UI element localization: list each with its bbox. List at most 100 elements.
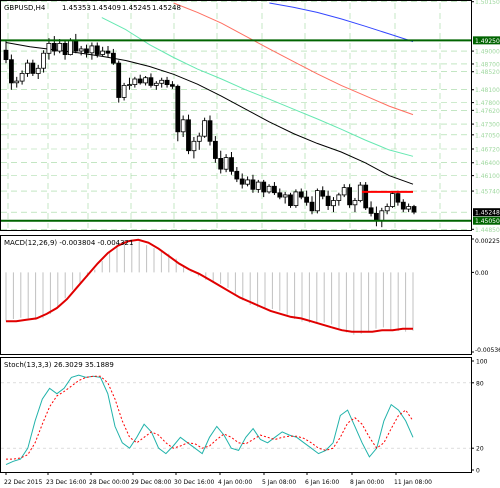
price-axis-label: 1.50150 — [475, 0, 500, 6]
trading-chart: 0.002251 0.00 -0.005368 100 80 20 0 1.50150 1.… — [0, 0, 500, 486]
price-ohlc-high: 1.45409 — [92, 4, 121, 12]
candle-body — [234, 170, 240, 180]
candle-body — [105, 50, 111, 54]
price-pane-frame — [0, 0, 472, 231]
candle-body — [94, 45, 100, 55]
candle-body — [3, 49, 9, 61]
stoch-title: Stoch(13,3,3) 26.3029 35.1889 — [4, 361, 114, 369]
candle-body — [89, 45, 95, 54]
candle-body — [164, 79, 170, 86]
price-ohlc-open: 1.45353 — [62, 4, 91, 12]
candle-body — [132, 78, 138, 85]
candle-body — [148, 77, 154, 86]
candle-body — [153, 82, 159, 86]
candle-body — [186, 119, 191, 152]
candle-body — [261, 181, 267, 193]
candle-body — [175, 85, 181, 133]
time-axis-label: 4 Jan 00:00 — [218, 479, 252, 486]
macd-axis-label: 0.00 — [475, 270, 489, 277]
candle-body — [35, 67, 41, 74]
candle-body — [137, 78, 143, 84]
candle-body — [68, 40, 73, 56]
candle-body — [73, 40, 79, 52]
candle-body — [159, 79, 165, 84]
price-chart-title: GBPUSD,H4 — [4, 4, 46, 12]
candle-body — [111, 52, 116, 64]
price-axis-label: 1.46720 — [475, 146, 500, 153]
moving-average-line — [173, 2, 414, 116]
candle-body — [357, 184, 363, 202]
candle-body — [180, 119, 186, 133]
candle-body — [245, 179, 251, 185]
candle-body — [30, 62, 36, 74]
candle-body — [395, 193, 401, 203]
candle-body — [207, 120, 213, 142]
candle-body — [57, 43, 63, 52]
candle-body — [347, 187, 353, 206]
candle-body — [282, 194, 288, 198]
candle-body — [406, 206, 412, 210]
price-axis-label: 1.44850 — [475, 227, 500, 234]
candle-body — [411, 206, 417, 213]
time-axis-label: 22 Dec 2015 — [4, 479, 43, 486]
time-axis-label: 8 Jan 00:00 — [350, 479, 384, 486]
stoch-axis-label: 20 — [476, 446, 484, 453]
candle-body — [373, 212, 379, 222]
price-axis-label: 1.49250 — [475, 38, 500, 45]
stoch-axis-label: 100 — [476, 359, 488, 366]
candle-body — [325, 195, 331, 206]
candle-body — [25, 62, 30, 74]
candle-body — [19, 73, 25, 82]
candle-body — [250, 179, 256, 190]
candle-body — [143, 77, 149, 84]
candle-body — [320, 190, 326, 197]
candle-body — [288, 194, 293, 206]
price-axis-label: 1.45050 — [475, 218, 500, 225]
candle-body — [78, 48, 84, 52]
stoch-pane-frame — [0, 357, 472, 473]
candle-body — [239, 178, 245, 185]
candle-body — [271, 185, 277, 194]
candle-body — [100, 50, 105, 55]
candle-body — [304, 196, 310, 203]
price-axis-label: 1.47800 — [475, 100, 500, 107]
price-axis-label: 1.46100 — [475, 173, 500, 180]
candle-body — [46, 43, 52, 54]
candle-body — [255, 181, 261, 190]
candle-body — [352, 200, 358, 206]
price-axis-label: 1.47050 — [475, 132, 500, 139]
macd-axis-label: 0.002251 — [475, 238, 500, 245]
candle-body — [14, 80, 20, 84]
price-ohlc-close: 1.45248 — [152, 4, 181, 12]
candle-body — [8, 59, 14, 84]
candle-body — [368, 207, 374, 214]
time-axis-label: 11 Jan 08:00 — [394, 479, 432, 486]
candle-body — [127, 84, 132, 86]
candle-body — [202, 120, 208, 137]
price-axis-label: 1.45740 — [475, 189, 500, 196]
candle-body — [277, 192, 283, 198]
candle-body — [196, 135, 202, 142]
macd-signal-line — [6, 238, 413, 333]
time-axis-label: 28 Dec 00:00 — [89, 479, 130, 486]
time-axis-label: 29 Dec 08:00 — [131, 479, 172, 486]
price-axis-label: 1.48100 — [475, 87, 500, 94]
price-axis-label: 1.47300 — [475, 122, 500, 129]
moving-average-line — [269, 2, 414, 43]
candle-body — [309, 201, 315, 212]
candle-body — [293, 191, 299, 206]
macd-title: MACD(12,26,9) -0.003804 -0.004321 — [4, 239, 133, 247]
price-axis-label: 1.45248 — [475, 210, 500, 217]
price-axis-label: 1.48520 — [475, 69, 500, 76]
time-axis-label: 23 Dec 16:00 — [46, 479, 87, 486]
candle-body — [390, 193, 395, 207]
candle-body — [384, 206, 390, 212]
candle-body — [400, 201, 406, 210]
candle-body — [169, 84, 175, 87]
macd-axis-label: -0.005368 — [475, 347, 500, 354]
stoch-axis-label: 80 — [476, 380, 484, 387]
candle-body — [62, 43, 68, 56]
candle-body — [363, 184, 369, 209]
price-ohlc-low: 1.45245 — [122, 4, 151, 12]
candle-body — [51, 43, 57, 52]
